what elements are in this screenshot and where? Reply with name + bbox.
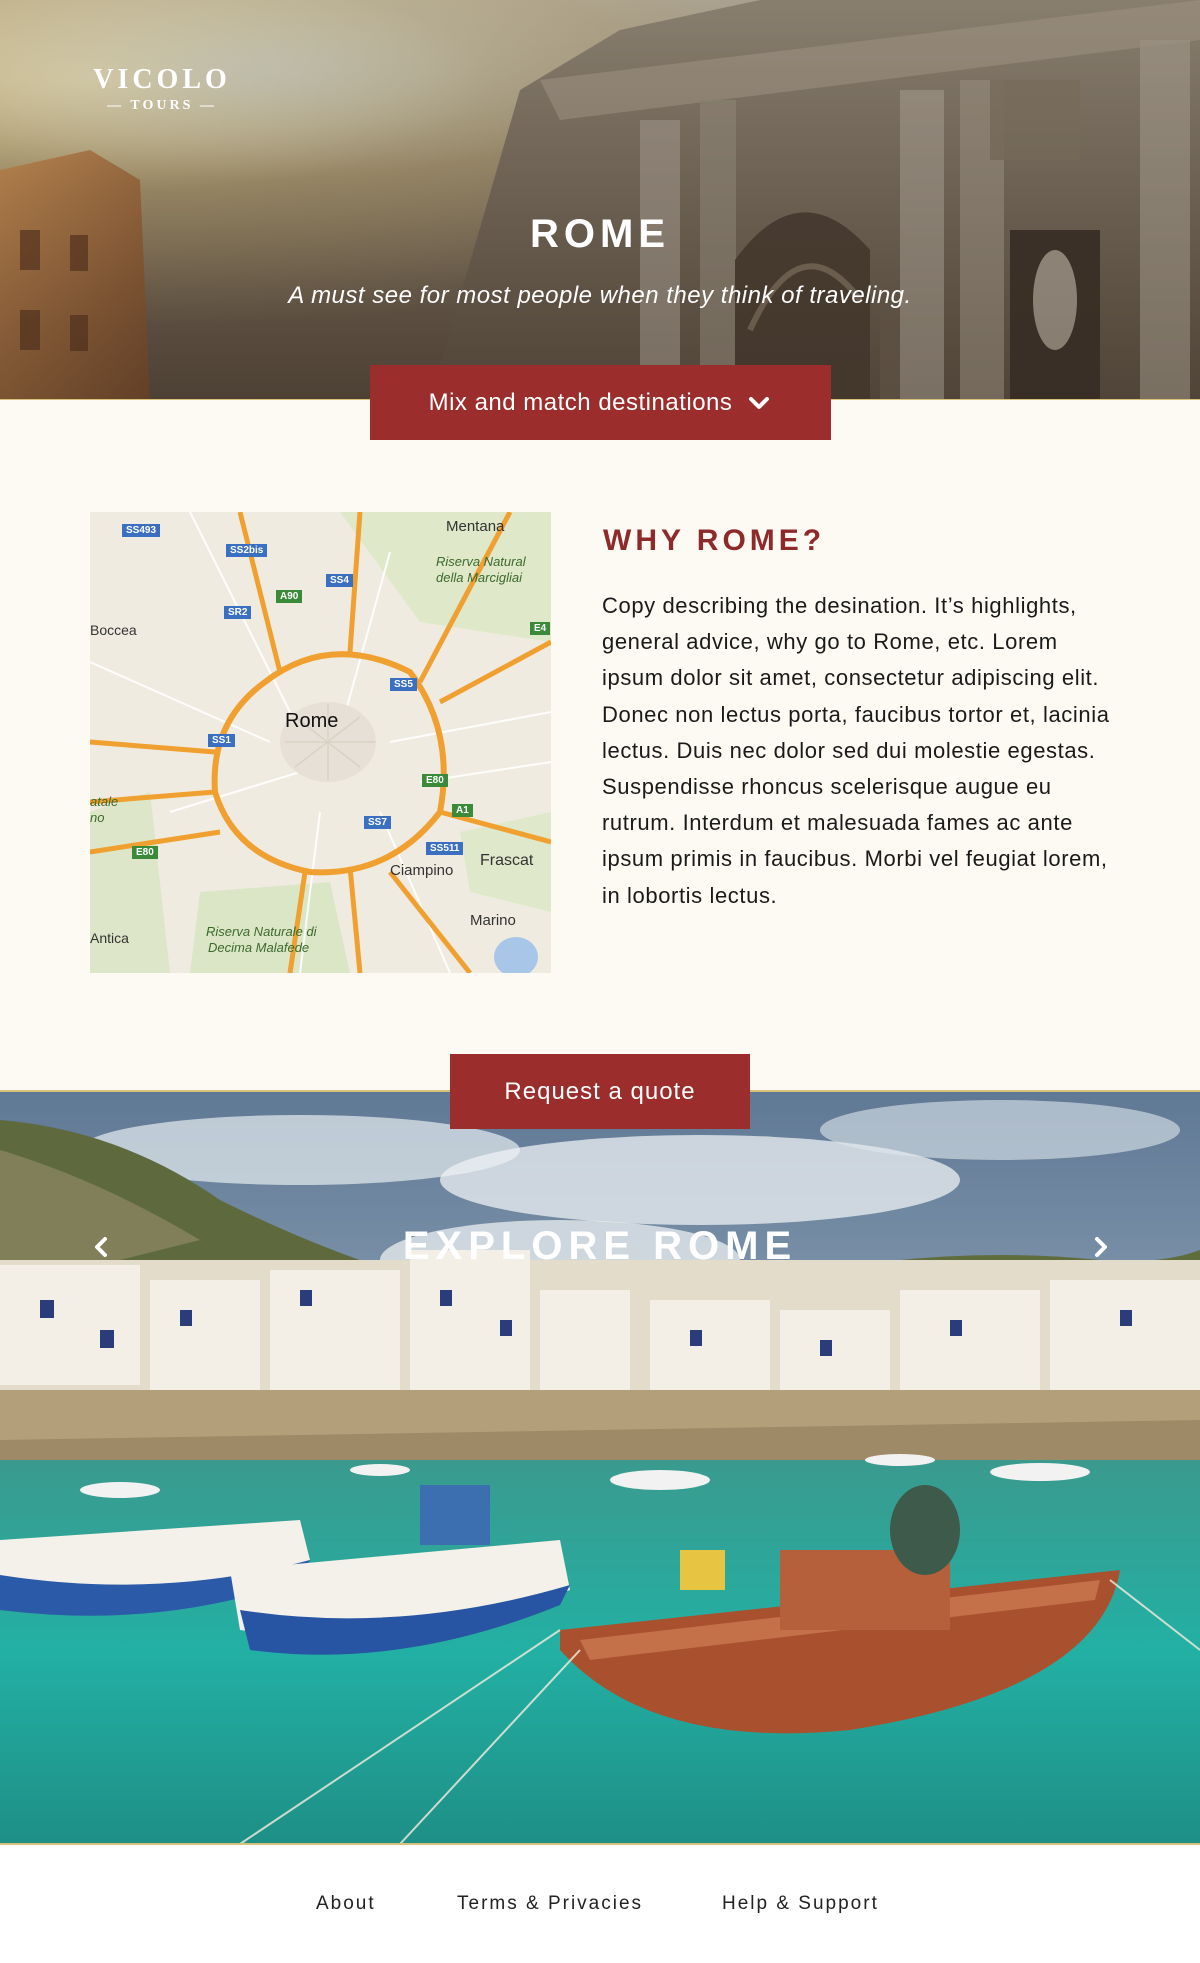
- request-quote-button[interactable]: Request a quote: [450, 1054, 750, 1129]
- destination-tagline: A must see for most people when they thi…: [288, 282, 912, 309]
- road-shield: SS493: [122, 524, 161, 537]
- hero-overlay: [0, 0, 1200, 400]
- map-label-atale: atale: [90, 794, 119, 809]
- road-shield: E80: [422, 774, 448, 787]
- explore-heading: EXPLORE ROME: [402, 1224, 798, 1268]
- chevron-left-icon[interactable]: [88, 1234, 114, 1260]
- rome-map[interactable]: Mentana Riserva Natural della Marcigliai…: [90, 512, 551, 973]
- map-label-riserva-south: Riserva Naturale di: [206, 924, 317, 939]
- footer-link-about[interactable]: About: [316, 1893, 376, 1915]
- footer-link-help[interactable]: Help & Support: [722, 1893, 879, 1915]
- why-heading: WHY ROME?: [603, 524, 826, 557]
- map-label-frascati: Frascat: [480, 852, 534, 869]
- hero-section: VICOLO — TOURS — ROME A must see for mos…: [0, 0, 1200, 400]
- map-label-antica: Antica: [90, 930, 129, 946]
- road-shield: SS2bis: [226, 544, 268, 557]
- map-label-no: no: [90, 810, 105, 825]
- harbor-photo: [0, 1090, 1200, 1844]
- map-label-riserva-north-2: della Marcigliai: [436, 570, 522, 585]
- road-shield: SS7: [364, 816, 391, 829]
- road-shield: SS1: [208, 734, 235, 747]
- chevron-right-icon[interactable]: [1088, 1234, 1114, 1260]
- road-shield: SS4: [326, 574, 353, 587]
- map-label-mentana: Mentana: [446, 518, 505, 535]
- map-label-boccea: Boccea: [90, 622, 137, 638]
- road-shield: SS5: [390, 678, 417, 691]
- mix-and-match-label: Mix and match destinations: [428, 388, 733, 416]
- road-shield: A90: [276, 590, 303, 603]
- logo-name: VICOLO: [93, 64, 231, 95]
- map-label-ciampino: Ciampino: [390, 862, 454, 879]
- road-shield: A1: [452, 804, 473, 817]
- why-description: Copy describing the desination. It’s hig…: [602, 593, 1110, 908]
- road-shield: E4: [530, 622, 551, 635]
- map-label-riserva-south-2: Decima Malafede: [208, 940, 310, 955]
- map-label-riserva-north: Riserva Natural: [436, 554, 526, 569]
- road-shield: SS511: [426, 842, 464, 855]
- road-shield: E80: [132, 846, 158, 859]
- destination-title: ROME: [530, 212, 670, 256]
- map-label-rome: Rome: [285, 710, 339, 732]
- chevron-down-icon: [749, 396, 770, 409]
- explore-section: [0, 1090, 1200, 1844]
- mix-and-match-button[interactable]: Mix and match destinations: [370, 365, 831, 440]
- map-label-marino: Marino: [470, 912, 516, 929]
- explore-divider-bottom: [0, 1843, 1200, 1845]
- road-shield: SR2: [224, 606, 252, 619]
- vicolo-tours-logo[interactable]: VICOLO — TOURS —: [90, 64, 234, 114]
- footer-link-terms[interactable]: Terms & Privacies: [457, 1893, 643, 1915]
- logo-subtitle: — TOURS —: [107, 98, 217, 113]
